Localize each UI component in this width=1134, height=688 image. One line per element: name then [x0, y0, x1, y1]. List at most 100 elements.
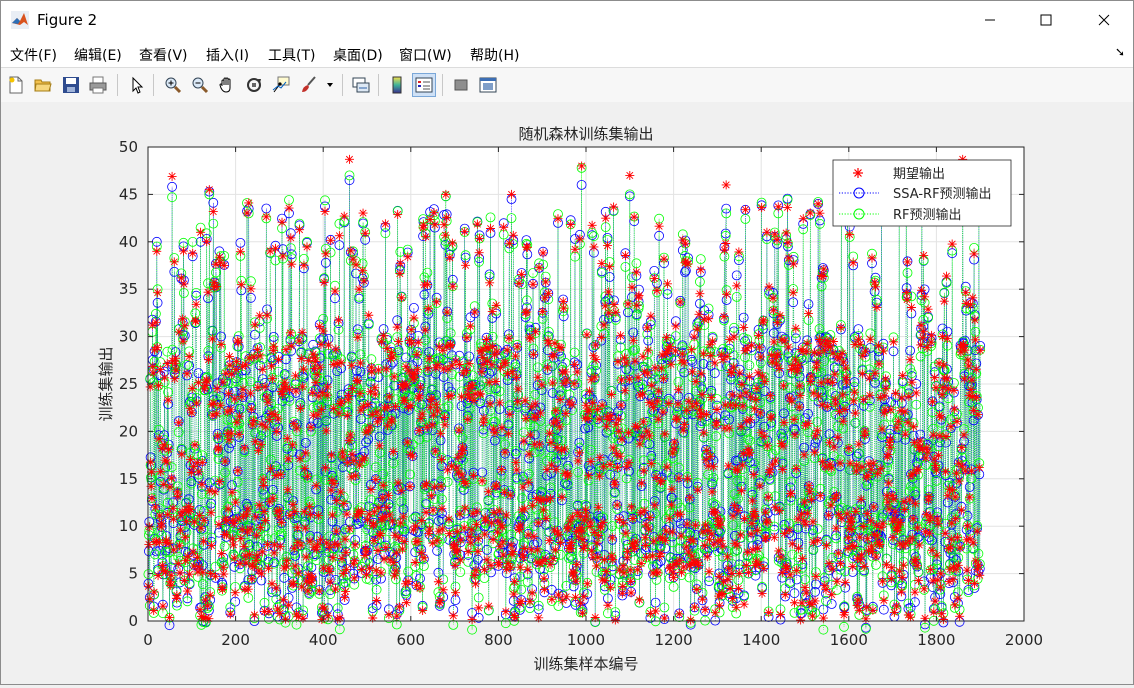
expected-point — [514, 279, 523, 288]
save-button[interactable] — [59, 73, 83, 97]
menu-file[interactable]: 文件(F) — [10, 45, 57, 65]
menu-window[interactable]: 窗口(W) — [399, 45, 452, 65]
expected-point — [522, 307, 531, 316]
brush-dropdown[interactable] — [323, 73, 337, 97]
expected-point — [154, 434, 163, 443]
toolbar-separator — [153, 74, 154, 96]
expected-point — [495, 507, 504, 516]
menu-edit[interactable]: 编辑(E) — [74, 45, 122, 65]
menu-view[interactable]: 查看(V) — [139, 45, 188, 65]
expected-point — [295, 336, 304, 345]
expected-point — [599, 320, 608, 329]
expected-point — [296, 404, 305, 413]
legend-button[interactable] — [412, 73, 436, 97]
expected-point — [597, 259, 606, 268]
expected-point — [465, 532, 474, 541]
minimize-button[interactable] — [961, 1, 1019, 39]
expected-point — [244, 585, 253, 594]
open-file-button[interactable] — [31, 73, 55, 97]
expected-point — [519, 553, 528, 562]
expected-point — [631, 357, 640, 366]
pan-button[interactable] — [215, 73, 239, 97]
expected-point — [548, 378, 557, 387]
expected-point — [501, 358, 510, 367]
expected-point — [288, 500, 297, 509]
expected-point — [334, 540, 343, 549]
colorbar-button[interactable] — [385, 73, 409, 97]
expected-point — [475, 248, 484, 257]
chart-svg[interactable]: 0200400600800100012001400160018002000051… — [1, 102, 1133, 684]
expected-point — [236, 534, 245, 543]
menu-insert[interactable]: 插入(I) — [206, 45, 249, 65]
expected-point — [293, 523, 302, 532]
expected-point — [430, 483, 439, 492]
expected-point — [276, 542, 285, 551]
toolbar-separator — [342, 74, 343, 96]
expected-point — [321, 249, 330, 258]
expected-point — [193, 553, 202, 562]
expected-point — [398, 545, 407, 554]
expected-point — [488, 342, 497, 351]
expected-point — [413, 537, 422, 546]
expected-point — [553, 528, 562, 537]
maximize-button[interactable] — [1017, 1, 1075, 39]
expected-point — [319, 327, 328, 336]
expected-point — [388, 352, 397, 361]
pointer-icon — [128, 76, 146, 94]
expected-point — [448, 239, 457, 248]
brush-button[interactable] — [297, 73, 321, 97]
menu-help[interactable]: 帮助(H) — [470, 45, 519, 65]
expected-point — [202, 237, 211, 246]
expected-point — [582, 511, 591, 520]
expected-point — [317, 615, 326, 624]
expected-point — [380, 554, 389, 563]
expected-point — [617, 401, 626, 410]
new-figure-button[interactable] — [4, 73, 28, 97]
zoom-in-button[interactable] — [161, 73, 185, 97]
expected-point — [278, 252, 287, 261]
data-cursor-button[interactable] — [269, 73, 293, 97]
expected-point — [614, 427, 623, 436]
expected-point — [384, 403, 393, 412]
close-button[interactable] — [1075, 1, 1133, 39]
expected-point — [608, 533, 617, 542]
menu-tools[interactable]: 工具(T) — [268, 45, 315, 65]
show-plot-tools-button[interactable] — [476, 73, 500, 97]
expected-point — [274, 355, 283, 364]
expected-point — [183, 552, 192, 561]
expected-point — [581, 505, 590, 514]
expected-point — [395, 602, 404, 611]
expected-point — [382, 503, 391, 512]
zoom-in-icon — [164, 76, 182, 94]
link-plot-button[interactable] — [349, 73, 373, 97]
expected-point — [260, 507, 269, 516]
expected-point — [320, 207, 329, 216]
expected-point — [613, 463, 622, 472]
expected-point — [531, 327, 540, 336]
menu-dock-arrow[interactable]: ➘ — [1115, 45, 1125, 59]
expected-point — [600, 555, 609, 564]
title-bar[interactable]: Figure 2 — [1, 1, 1133, 39]
toolbar-separator — [378, 74, 379, 96]
expected-point — [441, 231, 450, 240]
rotate-3d-button[interactable] — [242, 73, 266, 97]
expected-point — [214, 443, 223, 452]
pointer-button[interactable] — [125, 73, 149, 97]
expected-point — [419, 221, 428, 230]
expected-point — [322, 426, 331, 435]
expected-point — [427, 491, 436, 500]
expected-point — [418, 409, 427, 418]
zoom-out-button[interactable] — [188, 73, 212, 97]
expected-point — [367, 367, 376, 376]
expected-point — [224, 389, 233, 398]
figure-canvas: 0200400600800100012001400160018002000051… — [1, 102, 1133, 684]
hide-plot-tools-button[interactable] — [449, 73, 473, 97]
expected-point — [194, 467, 203, 476]
expected-point — [444, 515, 453, 524]
menu-desktop[interactable]: 桌面(D) — [333, 45, 383, 65]
expected-point — [525, 450, 534, 459]
print-button[interactable] — [86, 73, 110, 97]
expected-point — [487, 360, 496, 369]
expected-point — [503, 345, 512, 354]
expected-point — [497, 465, 506, 474]
